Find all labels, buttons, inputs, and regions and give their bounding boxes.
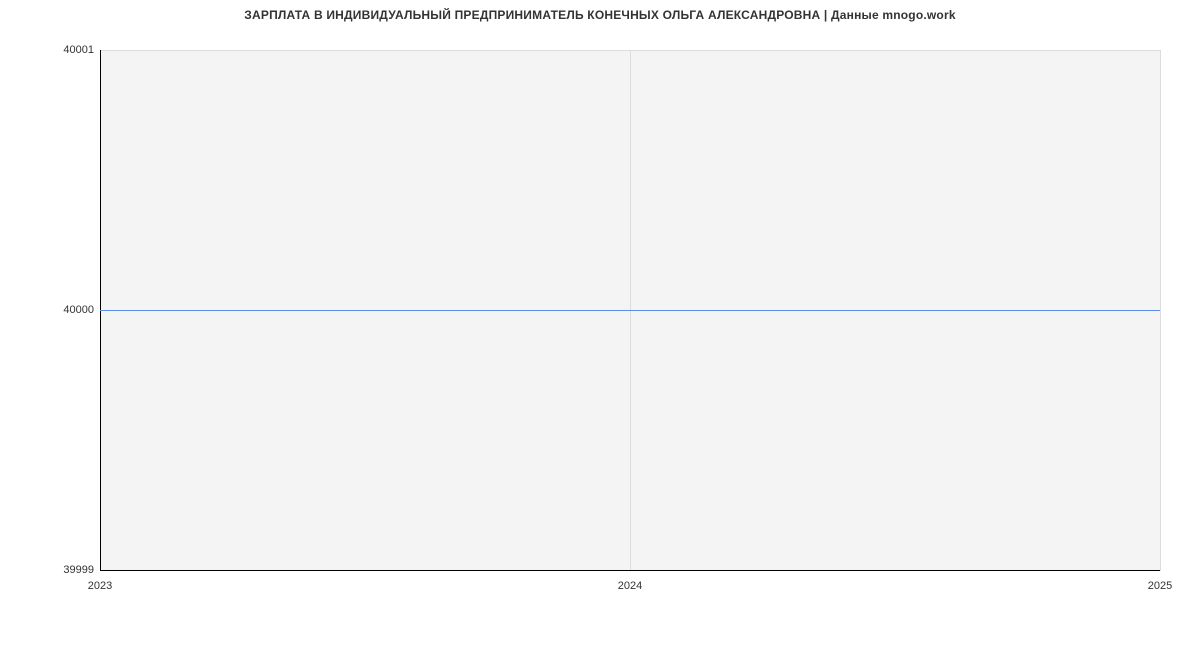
series-salary-line (100, 310, 1160, 311)
gridline-2024 (630, 51, 631, 571)
salary-chart: ЗАРПЛАТА В ИНДИВИДУАЛЬНЫЙ ПРЕДПРИНИМАТЕЛ… (0, 0, 1200, 650)
x-axis (100, 570, 1160, 571)
y-tick-40001: 40001 (4, 44, 94, 56)
chart-title: ЗАРПЛАТА В ИНДИВИДУАЛЬНЫЙ ПРЕДПРИНИМАТЕЛ… (0, 8, 1200, 22)
y-tick-39999: 39999 (4, 564, 94, 576)
x-tick-2025: 2025 (1148, 580, 1172, 592)
x-tick-2024: 2024 (618, 580, 642, 592)
y-tick-40000: 40000 (4, 304, 94, 316)
x-tick-2023: 2023 (88, 580, 112, 592)
